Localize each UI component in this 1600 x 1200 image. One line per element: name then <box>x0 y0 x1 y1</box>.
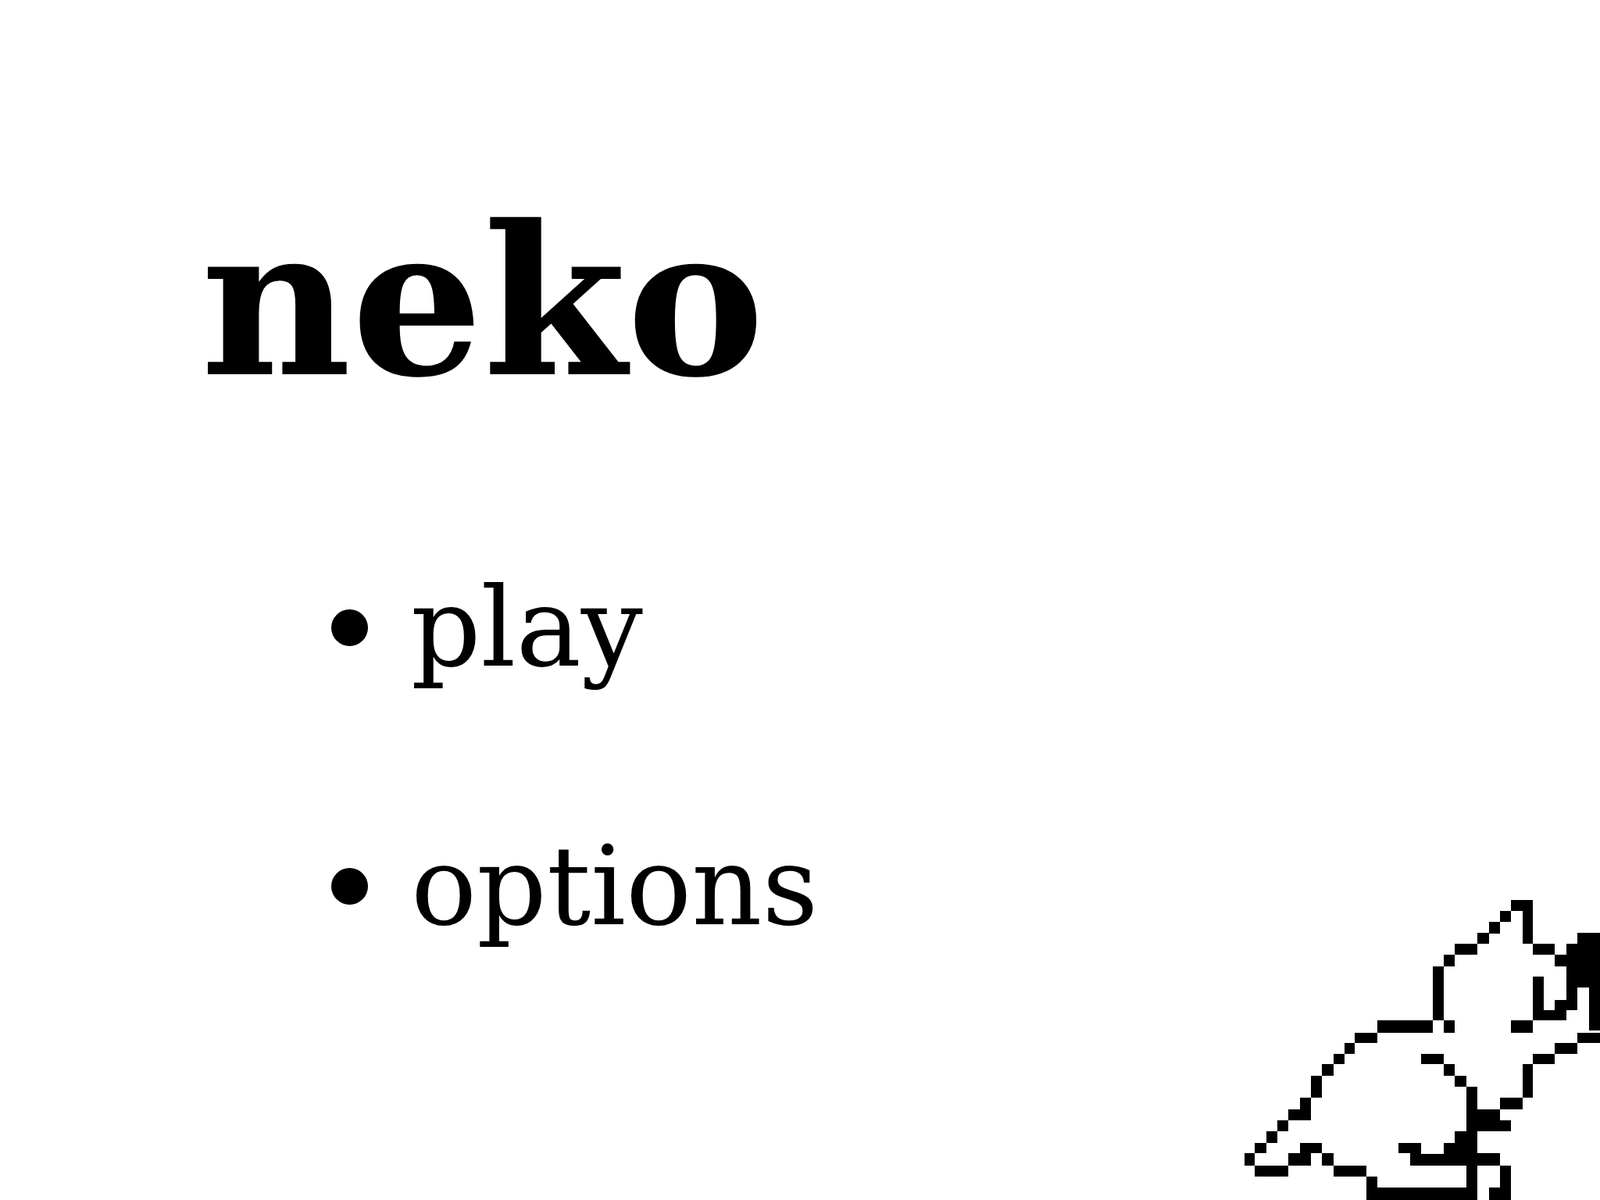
menu-item[interactable]: options <box>331 757 1600 1016</box>
bullet-icon <box>331 867 368 905</box>
menu-label[interactable]: options <box>410 832 818 942</box>
menu-label[interactable]: play <box>410 573 643 683</box>
main-menu: play options <box>0 498 1600 1016</box>
title-screen: neko play options <box>0 0 1600 1200</box>
game-title: neko <box>0 0 1600 405</box>
menu-item[interactable]: play <box>331 498 1600 758</box>
pixel-cat-icon <box>1234 887 1600 1200</box>
bullet-icon <box>331 609 368 647</box>
